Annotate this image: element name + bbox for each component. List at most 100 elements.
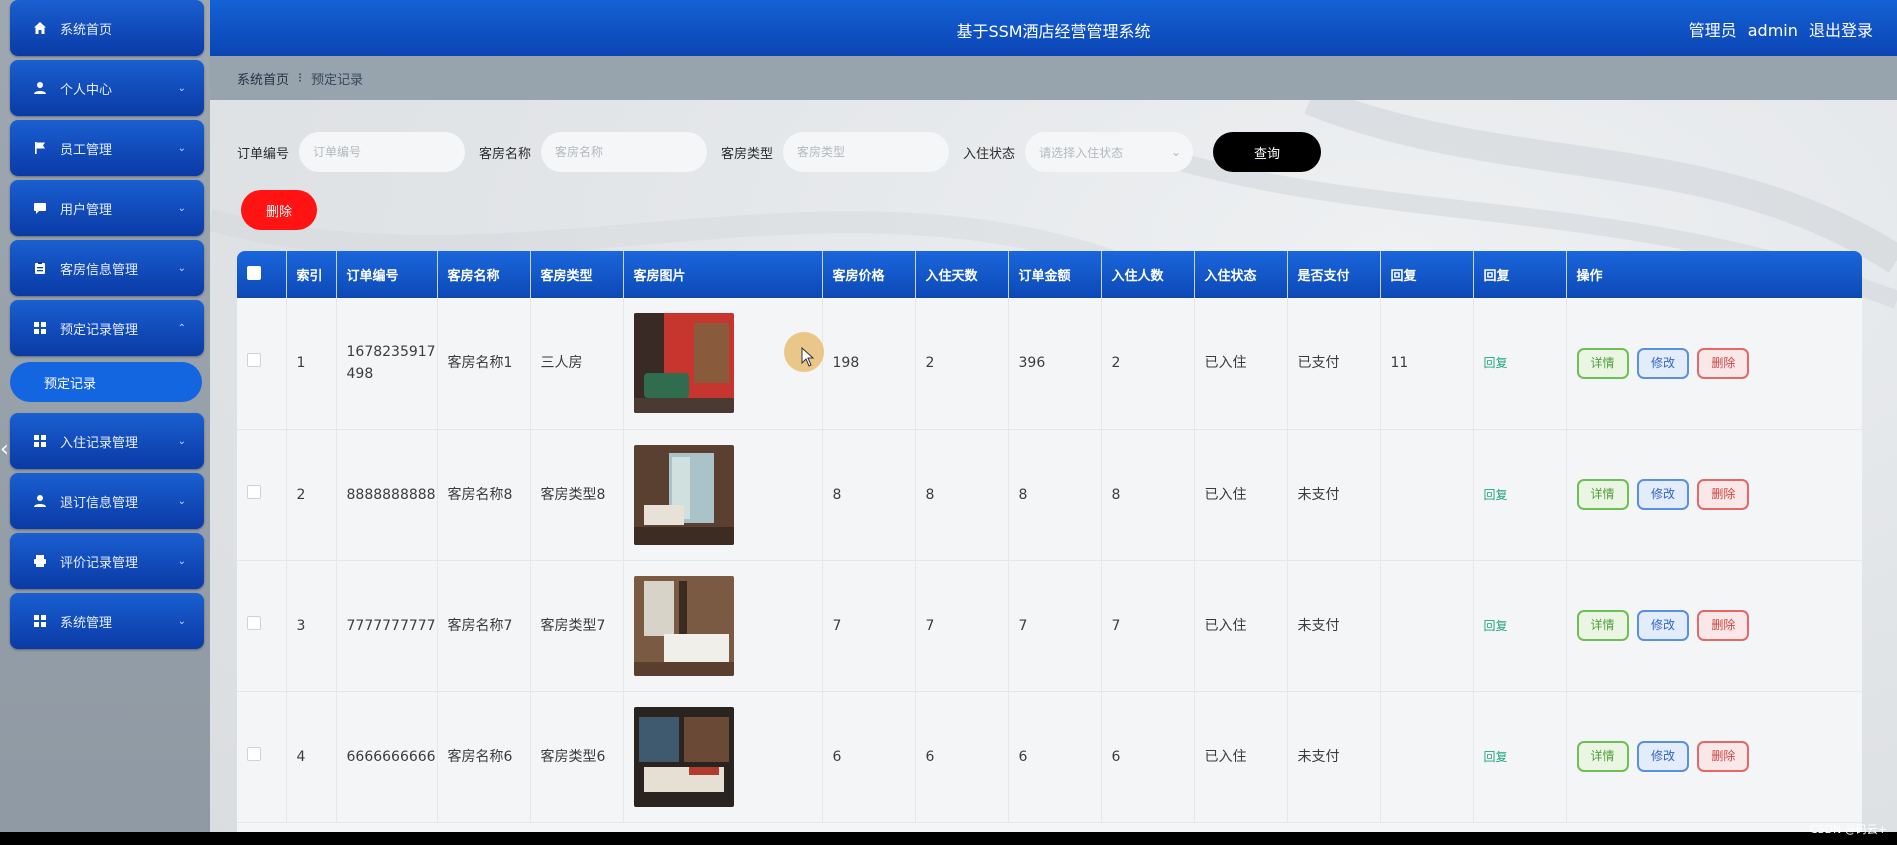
table-header-cell: 客房名称 (437, 251, 531, 298)
booking-table: 索引 订单编号 客房名称 客房类型 客房图片 客房价格 入住天数 订单金额 入住… (237, 251, 1862, 845)
chevron-down-icon: ⌄ (177, 262, 186, 274)
sidebar-item-staff[interactable]: 员工管理 ⌄ (10, 120, 204, 176)
checkin-status-select[interactable]: 请选择入住状态 ⌄ (1025, 132, 1194, 172)
cell-reply (1380, 560, 1474, 691)
cell-status: 已入住 (1194, 691, 1288, 822)
cell-price: 8 (822, 429, 916, 560)
sidebar-subitem-booking-records[interactable]: 预定记录 (10, 362, 202, 402)
sidebar-item-users[interactable]: 用户管理 ⌄ (10, 180, 204, 236)
printer-icon (32, 553, 48, 569)
sidebar-item-label: 系统首页 (60, 22, 113, 38)
grid-icon (32, 320, 48, 336)
row-checkbox[interactable] (247, 746, 261, 761)
sidebar-item-profile[interactable]: 个人中心 ⌄ (10, 60, 204, 116)
room-name-input[interactable] (541, 132, 708, 172)
room-photo[interactable] (633, 706, 734, 807)
reply-link[interactable]: 回复 (1484, 750, 1508, 764)
user-icon (32, 493, 48, 509)
room-photo[interactable] (633, 444, 734, 545)
sidebar-item-label: 预定记录管理 (60, 322, 139, 338)
cell-order-no: 1678235917498 (336, 298, 438, 429)
reply-link[interactable]: 回复 (1484, 356, 1508, 370)
edit-button[interactable]: 修改 (1636, 479, 1689, 510)
cell-days: 8 (915, 429, 1009, 560)
bottom-strip (0, 832, 1897, 845)
row-checkbox[interactable] (247, 484, 261, 499)
chevron-down-icon: ⌄ (177, 202, 186, 214)
sidebar-item-label: 评价记录管理 (60, 555, 139, 571)
delete-button[interactable]: 删除 (1697, 347, 1750, 379)
app-window: 系统首页 个人中心 ⌄ 员工管理 ⌄ 用户管理 ⌄ 客房信息管理 ⌄ 预定记录管… (0, 0, 1897, 845)
table-header-cell: 索引 (286, 251, 337, 298)
breadcrumb-current: 预定记录 (311, 72, 364, 88)
sidebar-item-reviews[interactable]: 评价记录管理 ⌄ (10, 533, 204, 589)
cell-days: 6 (915, 691, 1009, 822)
sidebar-item-booking[interactable]: 预定记录管理 ⌃ (10, 300, 204, 356)
table-header-cell: 回复 (1380, 251, 1474, 298)
collapse-handle-icon[interactable]: ‹ (0, 430, 12, 470)
edit-button[interactable]: 修改 (1636, 610, 1689, 641)
row-checkbox[interactable] (247, 353, 261, 368)
detail-button[interactable]: 详情 (1576, 741, 1629, 772)
top-header: 基于SSM酒店经营管理系统 管理员 admin 退出登录 (210, 0, 1897, 56)
sidebar-item-cancellation[interactable]: 退订信息管理 ⌄ (10, 473, 204, 529)
main-content: 订单编号 客房名称 客房类型 入住状态 请选择入住状态 ⌄ 查询 删除 (210, 100, 1897, 845)
sidebar-item-label: 用户管理 (60, 202, 113, 218)
home-icon (32, 20, 48, 36)
order-no-input[interactable] (299, 132, 466, 172)
edit-button[interactable]: 修改 (1636, 741, 1689, 772)
cell-room-name: 客房名称6 (437, 691, 531, 822)
detail-button[interactable]: 详情 (1576, 347, 1629, 379)
delete-button[interactable]: 删除 (1697, 741, 1750, 772)
header-select-all[interactable] (237, 251, 287, 298)
checkin-status-label: 入住状态 (963, 146, 1016, 162)
detail-button[interactable]: 详情 (1576, 610, 1629, 641)
cell-price: 6 (822, 691, 916, 822)
chevron-down-icon: ⌄ (177, 555, 186, 567)
username: admin (1747, 21, 1798, 40)
logout-link[interactable]: 退出登录 (1809, 21, 1873, 40)
sidebar-item-home[interactable]: 系统首页 (10, 0, 204, 56)
sidebar-item-checkin[interactable]: 入住记录管理 ⌄ (10, 413, 204, 469)
cell-days: 2 (915, 298, 1009, 429)
table-header-cell: 客房类型 (530, 251, 624, 298)
cell-days: 7 (915, 560, 1009, 691)
reply-link[interactable]: 回复 (1484, 619, 1508, 633)
delete-button[interactable]: 删除 (1697, 479, 1750, 510)
table-header-cell: 订单编号 (336, 251, 438, 298)
cell-photo (623, 429, 823, 560)
cell-room-type: 客房类型7 (530, 560, 624, 691)
search-form: 订单编号 客房名称 客房类型 入住状态 请选择入住状态 ⌄ 查询 (237, 132, 1322, 172)
search-button[interactable]: 查询 (1213, 132, 1322, 172)
room-photo[interactable] (633, 313, 734, 414)
detail-button[interactable]: 详情 (1576, 479, 1629, 510)
cell-amount: 396 (1008, 298, 1102, 429)
batch-delete-button[interactable]: 删除 (241, 190, 317, 230)
chevron-up-icon: ⌃ (177, 322, 186, 334)
breadcrumb-home[interactable]: 系统首页 (237, 69, 289, 88)
cell-price: 7 (822, 560, 916, 691)
select-all-checkbox[interactable] (247, 265, 261, 280)
room-name-label: 客房名称 (479, 146, 532, 162)
cell-status: 已入住 (1194, 298, 1288, 429)
reply-link[interactable]: 回复 (1484, 488, 1508, 502)
cell-photo (623, 560, 823, 691)
cell-room-type: 客房类型8 (530, 429, 624, 560)
cell-paid: 已支付 (1287, 298, 1381, 429)
sidebar-item-label: 个人中心 (60, 82, 113, 98)
sidebar-item-system[interactable]: 系统管理 ⌄ (10, 593, 204, 649)
row-checkbox[interactable] (247, 615, 261, 630)
clipboard-icon (32, 260, 48, 276)
table-row: 2 8888888888 客房名称8 客房类型8 8 8 8 8 已入住 未支付… (237, 429, 1862, 560)
edit-button[interactable]: 修改 (1636, 347, 1689, 379)
cell-reply (1380, 691, 1474, 822)
room-photo[interactable] (633, 575, 734, 676)
cell-amount: 6 (1008, 691, 1102, 822)
room-type-input[interactable] (783, 132, 950, 172)
room-type-label: 客房类型 (721, 146, 774, 162)
cell-reply (1380, 429, 1474, 560)
sidebar-item-room-info[interactable]: 客房信息管理 ⌄ (10, 240, 204, 296)
cell-order-no: 8888888888 (336, 429, 438, 560)
sidebar-item-label: 系统管理 (60, 615, 113, 631)
delete-button[interactable]: 删除 (1697, 610, 1750, 641)
